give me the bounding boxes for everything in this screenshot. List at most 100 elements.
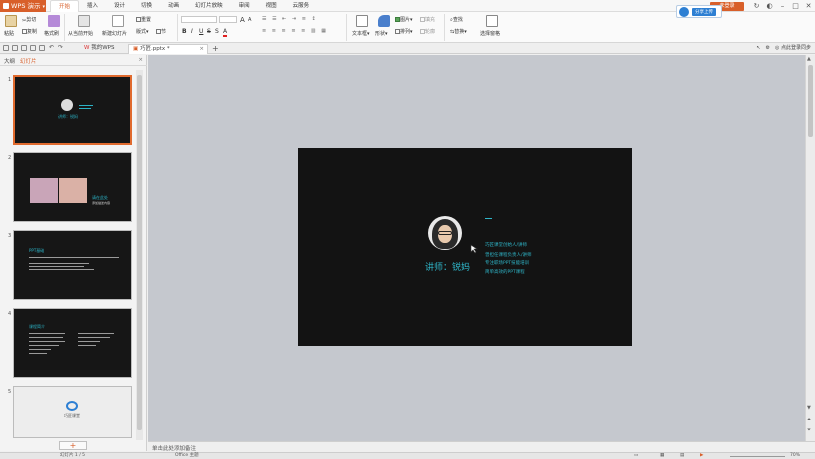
panel-scrollbar[interactable] [136,70,143,440]
font-name-combo[interactable] [181,16,217,23]
paste-icon[interactable] [5,15,17,27]
description-line-1[interactable]: 巧匠课堂创始人/讲师 [485,242,527,248]
menu-cloud[interactable]: 云服务 [285,0,318,12]
bold-button[interactable]: B [182,28,187,35]
menu-transition[interactable]: 切换 [133,0,160,12]
restore-button[interactable]: □ [789,0,802,12]
zoom-slider[interactable] [730,456,785,457]
replace-button[interactable]: ⇆替换▾ [450,28,467,35]
copy-button[interactable]: 复制 [22,28,37,35]
slide-thumbnail-5[interactable]: 巧匠课堂 [13,386,132,438]
underline-button[interactable]: U [199,28,203,35]
panel-close-button[interactable]: × [138,57,143,63]
new-tab-button[interactable]: + [208,44,223,54]
scroll-down-icon[interactable]: ▼ [807,405,811,411]
preview-icon[interactable] [30,45,36,51]
menu-insert[interactable]: 插入 [79,0,106,12]
tab-outline[interactable]: 大纲 [4,57,15,65]
new-slide-icon[interactable] [112,15,124,27]
slide-thumbnail-2[interactable]: 请在此处 添加描述内容 [13,152,132,222]
slide-thumbnail-4[interactable]: 课程简介 [13,308,132,378]
section-button[interactable]: 节 [156,28,166,35]
scrollbar-thumb[interactable] [808,65,813,137]
tab-my-wps[interactable]: W 我的WPS [80,44,118,54]
slide-thumbnail-1[interactable]: 讲师：锐妈 [13,75,132,145]
sorter-view-icon[interactable]: ▦ [660,453,664,459]
lecturer-photo[interactable] [428,216,462,250]
scrollbar-thumb[interactable] [137,75,142,430]
user-icon: ◎ [775,45,780,51]
skin-icon[interactable]: ◐ [763,0,776,12]
cursor-icon[interactable]: ↖ [756,44,760,53]
grow-font-button[interactable]: A [240,16,245,24]
print-icon[interactable] [21,45,27,51]
canvas-scrollbar[interactable]: ▲ ▼ ⏶ ⏷ [805,55,815,441]
textbox-icon[interactable] [356,15,368,27]
close-button[interactable]: ✕ [802,0,815,12]
scroll-up-icon[interactable]: ▲ [807,56,811,62]
format-painter-button[interactable]: 格式刷 [44,30,59,37]
accent-dash [485,218,492,219]
normal-view-icon[interactable]: ▭ [634,453,638,459]
description-line-2[interactable]: 曾担任课程负责人/讲师 [485,252,532,258]
selection-pane-button[interactable]: 选择窗格 [480,30,500,37]
play-from-current-icon[interactable] [78,15,90,27]
lecturer-title[interactable]: 讲师：锐妈 [425,260,470,273]
shrink-font-button[interactable]: A [248,17,251,23]
minimize-button[interactable]: – [776,0,789,12]
play-icon[interactable]: ▶ [700,453,703,459]
reset-button[interactable]: 重置 [136,16,151,23]
share-upload-chip[interactable]: 分享上传 [676,5,722,18]
menu-slideshow[interactable]: 幻灯片放映 [187,0,231,12]
refresh-icon[interactable]: ↻ [750,0,763,12]
shadow-button[interactable]: S [215,28,219,35]
tab-document[interactable]: ▣ 巧匠.pptx * × [128,44,208,54]
find-button[interactable]: ⌕查找 [450,16,463,23]
new-slide-button[interactable]: 新建幻灯片 [102,30,127,37]
strikethrough-button[interactable]: S [207,28,211,35]
play-from-current-button[interactable]: 从当前开始 [68,30,93,37]
outline-button[interactable]: 轮廓 [420,28,435,35]
italic-button[interactable]: I [191,28,193,35]
menu-view[interactable]: 视图 [258,0,285,12]
font-size-combo[interactable] [219,16,237,23]
menu-animation[interactable]: 动画 [160,0,187,12]
current-slide[interactable]: 讲师：锐妈 巧匠课堂创始人/讲师 曾担任课程负责人/讲师 专注职场PPT技能培训… [298,148,632,346]
settings-icon[interactable]: ⚙ [766,44,770,53]
undo-icon[interactable]: ↶ [49,45,55,51]
notes-pane[interactable]: 单击此处添加备注 [148,441,815,452]
thumb-line [78,337,110,338]
align-buttons[interactable]: ≡ ≡ ≡ ≡ ≡ ▥ ▦ [262,28,328,34]
save-icon[interactable] [12,45,18,51]
open-icon[interactable] [3,45,9,51]
slide-thumbnail-3[interactable]: PPT基础 [13,230,132,300]
next-slide-icon[interactable]: ⏷ [807,427,811,433]
menu-review[interactable]: 审阅 [231,0,258,12]
cut-button[interactable]: ✂剪切 [22,16,36,24]
export-icon[interactable] [39,45,45,51]
font-color-button[interactable]: A [223,28,228,37]
format-painter-icon[interactable] [48,15,60,27]
paste-button[interactable]: 粘贴 [4,30,14,37]
fill-button[interactable]: 填充 [420,16,435,23]
selection-pane-icon[interactable] [486,15,498,27]
arrange-button[interactable]: 排列▾ [395,28,413,35]
prev-slide-icon[interactable]: ⏶ [807,417,811,423]
close-icon[interactable]: × [199,45,204,54]
shape-icon[interactable] [378,15,390,27]
add-slide-button[interactable]: + [59,441,87,450]
login-sync-link[interactable]: ◎ 点此登录同步 [775,44,811,53]
menu-home[interactable]: 开始 [50,0,80,12]
description-line-4[interactable]: 简单高效的PPT课程 [485,269,525,275]
textbox-button[interactable]: 文本框▾ [352,30,370,37]
menu-design[interactable]: 设计 [106,0,133,12]
reading-view-icon[interactable]: ▤ [680,453,684,459]
layout-button[interactable]: 版式▾ [136,28,149,35]
redo-icon[interactable]: ↷ [58,45,64,51]
picture-button[interactable]: 图片▾ [395,16,413,23]
tab-slides[interactable]: 幻灯片 [20,57,37,65]
app-menu-button[interactable]: WPS 演示 ▾ [0,0,46,12]
description-line-3[interactable]: 专注职场PPT技能培训 [485,260,529,266]
list-buttons[interactable]: ☰ ☰ ⇤ ⇥ ≡ ↕ [262,16,318,22]
shape-button[interactable]: 形状▾ [375,30,388,37]
